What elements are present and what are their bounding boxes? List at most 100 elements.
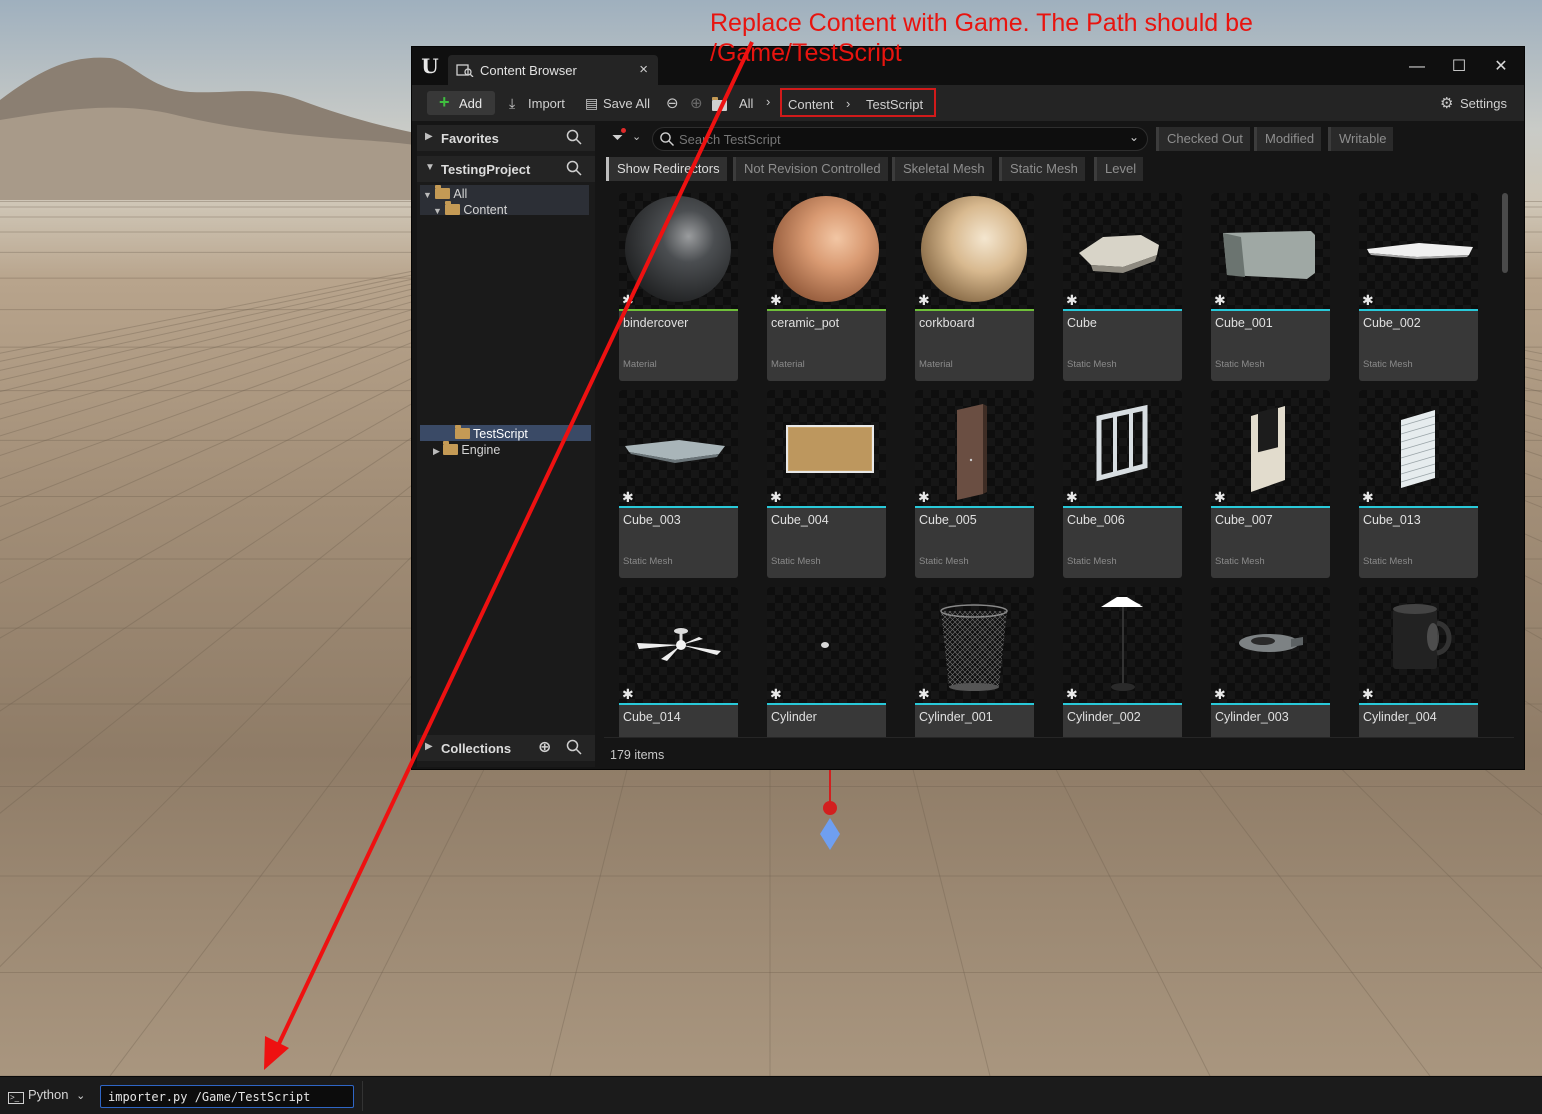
tab-content-browser[interactable]: Content Browser × <box>448 55 658 85</box>
asset-tile[interactable]: ✱Cylinder_001Static Mesh <box>915 587 1034 737</box>
transform-gizmo[interactable] <box>814 766 848 856</box>
settings-button[interactable]: Settings <box>1460 96 1507 111</box>
frame-mesh-icon <box>1251 406 1285 492</box>
collections-header[interactable]: ▶ Collections ⊕ <box>417 735 595 761</box>
asset-thumbnail <box>915 587 1034 703</box>
filter-modified[interactable]: Modified <box>1254 127 1322 151</box>
asset-type: Material <box>771 359 805 370</box>
tree-item-engine[interactable]: ▶ Engine <box>433 441 500 459</box>
unsaved-star-icon: ✱ <box>1066 489 1078 505</box>
asset-tile[interactable]: ✱ Cube_006 Static Mesh <box>1063 390 1182 578</box>
asset-type-strip <box>1359 506 1478 508</box>
dot-mesh-icon <box>821 642 829 648</box>
tab-label: Content Browser <box>480 63 577 78</box>
unsaved-star-icon: ✱ <box>622 292 634 308</box>
breadcrumb-testscript[interactable]: TestScript <box>866 97 923 112</box>
ring-mesh-icon <box>1239 634 1303 652</box>
maximize-button[interactable]: ☐ <box>1448 56 1470 78</box>
tab-close-icon[interactable]: × <box>639 61 648 78</box>
slab-mesh-icon <box>1367 243 1473 259</box>
asset-type-strip <box>767 309 886 311</box>
search-icon[interactable] <box>565 128 583 146</box>
filter-show-redirectors[interactable]: Show Redirectors <box>606 157 727 181</box>
tree-item-content[interactable]: ▼ Content <box>433 201 508 219</box>
breadcrumb-all[interactable]: All <box>739 96 753 111</box>
console-mode-selector[interactable]: >_ Python ⌄ <box>8 1087 85 1104</box>
scrollbar[interactable] <box>1502 193 1508 273</box>
folder-icon[interactable] <box>712 97 730 111</box>
close-window-button[interactable]: ✕ <box>1490 56 1512 78</box>
panel-mesh-icon <box>625 440 725 463</box>
chevron-down-icon[interactable]: ⌄ <box>632 130 641 143</box>
search-box[interactable]: ⌄ <box>652 127 1148 151</box>
back-arrow-icon[interactable]: ⊖ <box>666 94 679 112</box>
asset-name: Cube_005 <box>919 513 977 527</box>
asset-tile[interactable]: ✱ Cube_002 Static Mesh <box>1359 193 1478 381</box>
asset-type-strip <box>1359 703 1478 705</box>
asset-type-strip <box>767 703 886 705</box>
forward-arrow-icon[interactable]: ⊕ <box>690 94 703 112</box>
asset-thumbnail <box>767 390 886 506</box>
asset-tile[interactable]: ✱Cylinder_002Static Mesh <box>1063 587 1182 737</box>
asset-type: Static Mesh <box>1067 556 1117 567</box>
asset-name: Cube_001 <box>1215 316 1273 330</box>
asset-tile[interactable]: ✱ ceramic_pot Material <box>767 193 886 381</box>
console-command-input[interactable] <box>100 1085 354 1108</box>
filter-bar: ⏷ ⌄ ⌄ Checked Out Modified Writable <box>604 125 1514 153</box>
asset-tile[interactable]: ✱ Cube_004 Static Mesh <box>767 390 886 578</box>
favorites-label: Favorites <box>441 131 499 146</box>
asset-tile[interactable]: ✱CylinderStatic Mesh <box>767 587 886 737</box>
asset-tile[interactable]: ✱ bindercover Material <box>619 193 738 381</box>
import-button[interactable]: Import <box>528 96 565 111</box>
content-browser-toolbar: + Add ⤓ Import ▤ Save All ⊖ ⊕ All › Cont… <box>412 85 1524 121</box>
asset-tile[interactable]: ✱Cylinder_004Static Mesh <box>1359 587 1478 737</box>
chevron-right-icon: › <box>766 94 771 109</box>
filter-skeletal-mesh[interactable]: Skeletal Mesh <box>892 157 992 181</box>
filter-level[interactable]: Level <box>1094 157 1144 181</box>
minimize-button[interactable]: — <box>1406 56 1428 78</box>
add-button[interactable]: + Add <box>427 91 495 115</box>
filter-checked-out[interactable]: Checked Out <box>1156 127 1250 151</box>
console-bar: >_ Python ⌄ <box>0 1076 1542 1114</box>
search-icon[interactable] <box>565 738 583 756</box>
collections-label: Collections <box>441 741 512 756</box>
asset-tile[interactable]: ✱ Cube_003 Static Mesh <box>619 390 738 578</box>
filter-static-mesh[interactable]: Static Mesh <box>999 157 1085 181</box>
add-label: Add <box>459 96 483 111</box>
tree-label: Content <box>463 203 508 217</box>
breadcrumb-content[interactable]: Content <box>788 97 834 112</box>
search-icon[interactable] <box>565 159 583 177</box>
cork-sphere-icon <box>921 196 1027 302</box>
project-header[interactable]: ▼ TestingProject <box>417 156 595 182</box>
item-count: 179 items <box>610 748 665 762</box>
unsaved-star-icon: ✱ <box>770 292 782 308</box>
asset-type-strip <box>1211 703 1330 705</box>
asset-type-strip <box>915 506 1034 508</box>
tree-item-testscript[interactable]: TestScript <box>455 425 528 443</box>
filter-not-revision-controlled[interactable]: Not Revision Controlled <box>733 157 888 181</box>
search-input[interactable] <box>679 130 1119 148</box>
chevron-down-icon[interactable]: ⌄ <box>1129 130 1139 144</box>
save-all-button[interactable]: Save All <box>603 96 650 111</box>
filter-writable[interactable]: Writable <box>1328 127 1394 151</box>
annotation-line-1: Replace Content with Game. The Path shou… <box>710 9 1253 37</box>
unsaved-star-icon: ✱ <box>1362 292 1374 308</box>
add-collection-icon[interactable]: ⊕ <box>538 737 551 757</box>
asset-tile[interactable]: ✱ Cube Static Mesh <box>1063 193 1182 381</box>
asset-tile[interactable]: ✱ Cube_005 Static Mesh <box>915 390 1034 578</box>
asset-thumbnail <box>1063 390 1182 506</box>
blinds-mesh-icon <box>1400 410 1436 488</box>
asset-name: Cube_014 <box>623 710 681 724</box>
asset-thumbnail <box>767 193 886 309</box>
asset-type-strip <box>767 506 886 508</box>
asset-tile[interactable]: ✱Cylinder_003Static Mesh <box>1211 587 1330 737</box>
asset-tile[interactable]: ✱ Cube_007 Static Mesh <box>1211 390 1330 578</box>
unsaved-star-icon: ✱ <box>1066 292 1078 308</box>
asset-tile[interactable]: ✱ Cube_001 Static Mesh <box>1211 193 1330 381</box>
unsaved-star-icon: ✱ <box>1066 686 1078 702</box>
asset-tile[interactable]: ✱Cube_014Static Mesh <box>619 587 738 737</box>
asset-tile[interactable]: ✱ Cube_013 Static Mesh <box>1359 390 1478 578</box>
asset-tile[interactable]: ✱ corkboard Material <box>915 193 1034 381</box>
favorites-header[interactable]: ▶ Favorites <box>417 125 595 151</box>
asset-name: Cylinder_004 <box>1363 710 1437 724</box>
